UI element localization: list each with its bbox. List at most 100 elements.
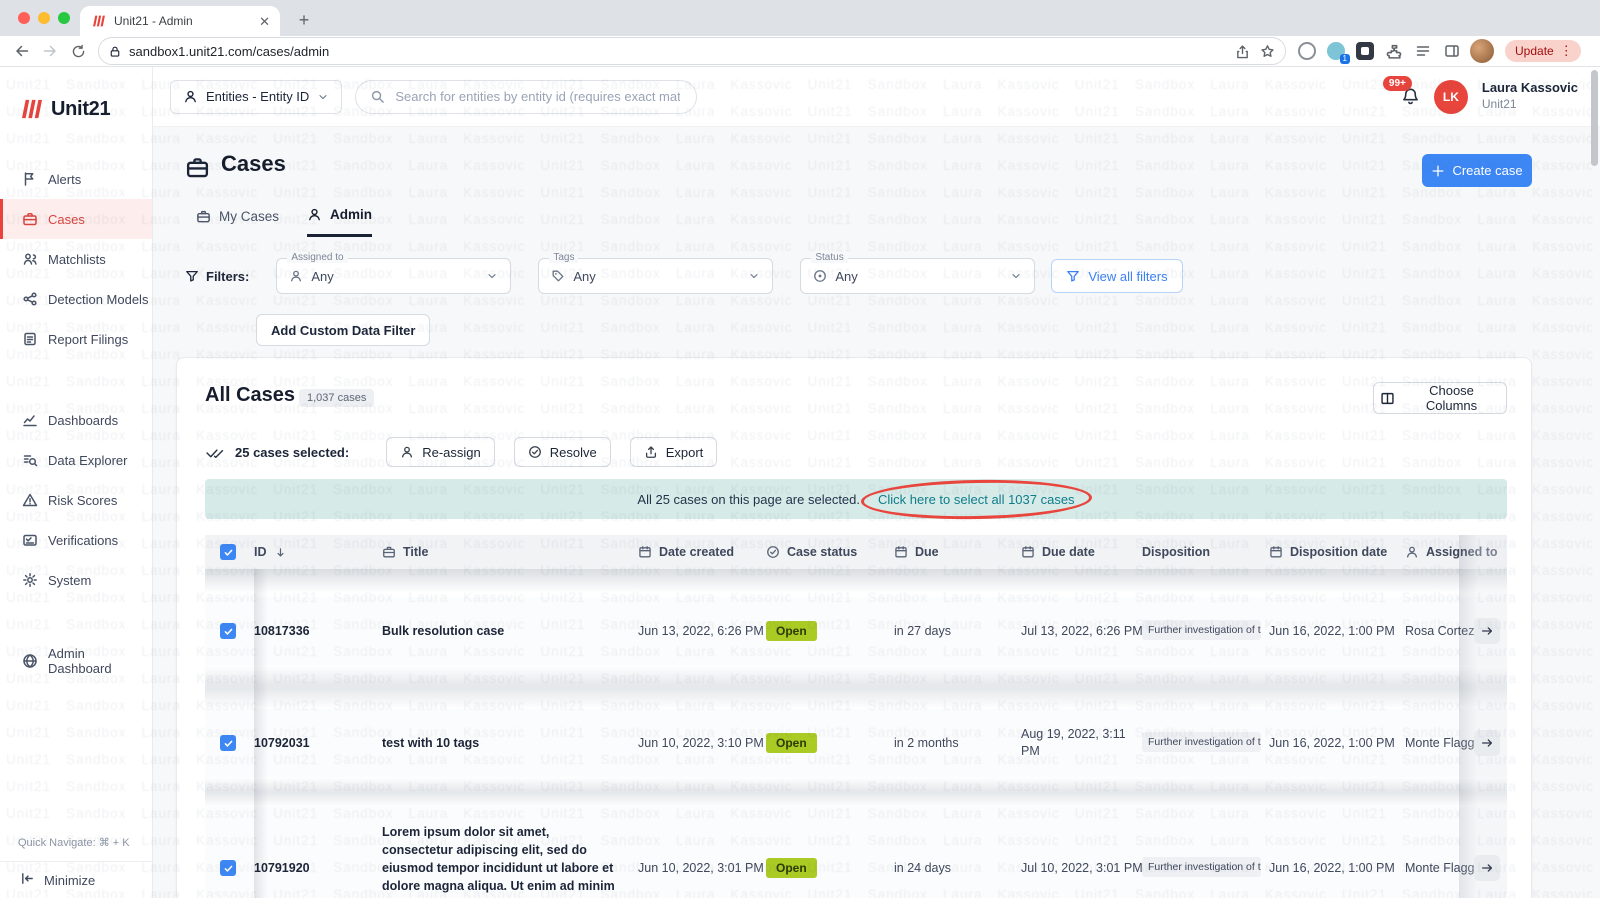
tab-admin[interactable]: Admin — [307, 207, 373, 237]
entity-search-input[interactable] — [393, 88, 683, 105]
open-case-button[interactable] — [1474, 730, 1500, 756]
check-circle-icon — [528, 445, 542, 459]
new-tab-button[interactable]: + — [292, 8, 316, 32]
entity-search[interactable] — [355, 79, 698, 114]
sidebar-item-data-explorer[interactable]: Data Explorer — [0, 440, 152, 480]
view-all-filters-button[interactable]: View all filters — [1051, 259, 1183, 293]
user-info[interactable]: Laura Kassovic Unit21 — [1481, 80, 1578, 112]
column-header-disposition-date[interactable]: Disposition date — [1269, 545, 1405, 559]
url-text: sandbox1.unit21.com/cases/admin — [129, 43, 330, 59]
due-date: Jul 10, 2022, 3:01 PM — [1021, 861, 1142, 875]
bookmark-star-icon[interactable] — [1260, 44, 1275, 59]
share-icon[interactable] — [1235, 44, 1250, 59]
extension-icon-dark[interactable] — [1354, 40, 1376, 62]
column-header-due[interactable]: Due — [894, 545, 1021, 559]
sidebar-item-risk-scores[interactable]: Risk Scores — [0, 480, 152, 520]
window-scrollbar[interactable] — [1591, 70, 1598, 166]
extension-icon-badged[interactable]: 1 — [1325, 40, 1350, 64]
column-header-assigned-to[interactable]: Assigned to — [1405, 545, 1507, 559]
sidebar-minimize-button[interactable]: Minimize — [0, 861, 152, 898]
disposition-chip: Further investigation of th — [1142, 731, 1261, 752]
column-header-date-created[interactable]: Date created — [638, 545, 766, 559]
open-case-button[interactable] — [1474, 618, 1500, 644]
row-checkbox[interactable] — [220, 860, 236, 876]
table-row[interactable]: 10817336 Bulk resolution case Jun 13, 20… — [205, 597, 1507, 665]
logo-text: Unit21 — [51, 97, 111, 120]
close-window-button[interactable] — [18, 12, 30, 24]
side-panel-icon[interactable] — [1441, 40, 1463, 62]
forward-icon[interactable] — [37, 38, 63, 64]
entity-type-selector[interactable]: Entities - Entity ID — [170, 79, 343, 114]
filter-tags[interactable]: Tags Any — [538, 252, 774, 294]
header-shadow — [205, 569, 1507, 597]
select-all-cases-link[interactable]: Click here to select all 1037 cases — [878, 492, 1075, 507]
minimize-window-button[interactable] — [38, 12, 50, 24]
case-id: 10792031 — [254, 736, 310, 750]
user-org: Unit21 — [1481, 97, 1517, 112]
extension-icon[interactable] — [1296, 40, 1318, 62]
sidebar-item-report-filings[interactable]: Report Filings — [0, 319, 152, 359]
lock-icon[interactable] — [109, 45, 121, 58]
sidebar-item-dashboards[interactable]: Dashboards — [0, 400, 152, 440]
case-tabs: My Cases Admin — [196, 207, 373, 237]
column-header-due-date[interactable]: Due date — [1021, 545, 1142, 559]
funnel-icon — [1066, 269, 1080, 283]
disposition-chip: Further investigation of th — [1142, 619, 1261, 640]
status-badge: Open — [766, 733, 817, 753]
open-case-button[interactable] — [1474, 855, 1500, 881]
reading-list-icon[interactable] — [1412, 40, 1434, 62]
sidebar-item-matchlists[interactable]: Matchlists — [0, 239, 152, 279]
export-button[interactable]: Export — [629, 437, 718, 467]
back-icon[interactable] — [9, 38, 35, 64]
sidebar-item-admin-dashboard[interactable]: Admin Dashboard — [0, 641, 152, 681]
user-avatar[interactable]: LK — [1433, 79, 1468, 114]
page-title: Cases — [221, 151, 286, 176]
reassign-button[interactable]: Re-assign — [386, 437, 495, 467]
select-all-checkbox[interactable] — [220, 544, 236, 560]
tab-my-cases[interactable]: My Cases — [196, 207, 279, 237]
notifications-button[interactable]: 99+ — [1382, 76, 1420, 106]
chrome-update-button[interactable]: Update ⋮ — [1505, 40, 1581, 62]
app-header: Entities - Entity ID 99+ LK Laura Kassov… — [153, 67, 1600, 127]
address-bar[interactable]: sandbox1.unit21.com/cases/admin — [98, 37, 1286, 65]
reload-icon[interactable] — [65, 38, 91, 64]
resolve-button[interactable]: Resolve — [513, 437, 611, 467]
sidebar-item-alerts[interactable]: Alerts — [0, 159, 152, 199]
status-badge: Open — [766, 858, 817, 878]
browser-profile-avatar[interactable] — [1470, 39, 1494, 63]
row-checkbox[interactable] — [220, 735, 236, 751]
column-header-disposition[interactable]: Disposition — [1142, 545, 1269, 559]
chrome-menu-icon[interactable]: ⋮ — [1560, 43, 1573, 59]
create-case-button[interactable]: Create case — [1422, 154, 1532, 187]
sidebar-item-verifications[interactable]: Verifications — [0, 520, 152, 560]
due: in 24 days — [894, 861, 951, 875]
filter-status[interactable]: Status Any — [800, 252, 1036, 294]
notification-badge: 99+ — [1382, 76, 1412, 91]
due: in 2 months — [894, 736, 959, 750]
column-header-title[interactable]: Title — [382, 545, 638, 559]
tag-icon — [551, 269, 565, 283]
browser-tab[interactable]: Unit21 - Admin ✕ — [80, 6, 280, 36]
user-name: Laura Kassovic — [1481, 80, 1578, 96]
filter-assigned-to[interactable]: Assigned to Any — [276, 252, 512, 294]
add-custom-data-filter-button[interactable]: Add Custom Data Filter — [256, 314, 431, 346]
table-row[interactable]: 10791920 Lorem ipsum dolor sit amet, con… — [205, 807, 1507, 898]
maximize-window-button[interactable] — [58, 12, 70, 24]
row-checkbox[interactable] — [220, 623, 236, 639]
gear-icon — [22, 572, 38, 588]
sort-down-icon — [274, 546, 287, 559]
sidebar-item-cases[interactable]: Cases — [0, 199, 152, 239]
calendar-icon — [638, 545, 652, 559]
date-created: Jun 10, 2022, 3:01 PM — [638, 861, 764, 875]
choose-columns-button[interactable]: Choose Columns — [1373, 382, 1507, 414]
sidebar-item-detection-models[interactable]: Detection Models — [0, 279, 152, 319]
briefcase-icon — [382, 545, 396, 559]
column-header-case-status[interactable]: Case status — [766, 545, 894, 559]
unit21-logo[interactable]: Unit21 — [0, 67, 152, 125]
extensions-puzzle-icon[interactable] — [1383, 40, 1405, 62]
unit21-logo-icon — [20, 99, 44, 119]
close-tab-icon[interactable]: ✕ — [259, 15, 270, 28]
sidebar-item-system[interactable]: System — [0, 560, 152, 600]
table-row[interactable]: 10792031 test with 10 tags Jun 10, 2022,… — [205, 709, 1507, 777]
column-header-id[interactable]: ID — [254, 545, 382, 559]
